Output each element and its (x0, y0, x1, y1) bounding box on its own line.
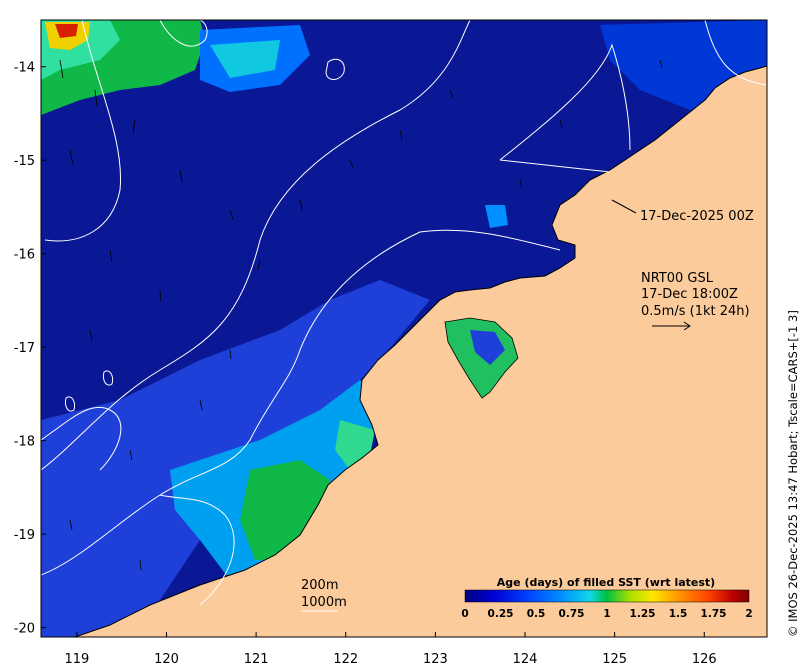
x-tick-label: 125 (602, 652, 627, 667)
y-tick-label: -17 (14, 341, 35, 356)
timestamp-label: 17-Dec-2025 00Z (640, 209, 754, 224)
colorbar: Age (days) of filled SST (wrt latest) 00… (450, 574, 762, 628)
plot-area (41, 20, 767, 637)
x-tick-label: 119 (64, 652, 89, 667)
contour-1000m-label: 1000m (301, 595, 347, 610)
vector-scale-label: 0.5m/s (1kt 24h) (641, 304, 750, 319)
x-tick-label: 120 (154, 652, 179, 667)
colorbar-tick-label: 0 (461, 608, 468, 620)
colorbar-tick-label: 0.25 (488, 608, 514, 620)
colorbar-tick-label: 1 (603, 608, 610, 620)
colorbar-tick-label: 1.75 (701, 608, 727, 620)
y-tick-label: -14 (14, 61, 35, 76)
colorbar-ramp (464, 589, 750, 603)
y-tick-label: -15 (14, 154, 35, 169)
x-tick-label: 124 (513, 652, 538, 667)
y-tick-label: -20 (14, 622, 35, 637)
y-tick-label: -19 (14, 528, 35, 543)
x-tick-label: 122 (333, 652, 358, 667)
y-tick-label: -16 (14, 248, 35, 263)
colorbar-title: Age (days) of filled SST (wrt latest) (497, 576, 715, 589)
model-time-label: 17-Dec 18:00Z (641, 287, 738, 302)
y-tick-label: -18 (14, 435, 35, 450)
x-tick-label: 123 (423, 652, 448, 667)
colorbar-tick-label: 1.25 (630, 608, 656, 620)
colorbar-ticks: 0 0.25 0.5 0.75 1 1.25 1.5 1.75 2 (461, 608, 752, 620)
sst-map: 119 120 121 122 123 124 125 126 -14-15-16-17-18… (14, 19, 800, 667)
contour-200m-label: 200m (301, 578, 338, 593)
colorbar-tick-label: 1.5 (669, 608, 688, 620)
credit-text: © IMOS 26-Dec-2025 13:47 Hobart; Tscale=… (786, 310, 800, 637)
colorbar-tick-label: 0.5 (527, 608, 546, 620)
model-name-label: NRT00 GSL (641, 271, 714, 286)
colorbar-tick-label: 2 (745, 608, 752, 620)
x-tick-label: 121 (244, 652, 269, 667)
colorbar-tick-label: 0.75 (559, 608, 585, 620)
x-tick-label: 126 (692, 652, 717, 667)
